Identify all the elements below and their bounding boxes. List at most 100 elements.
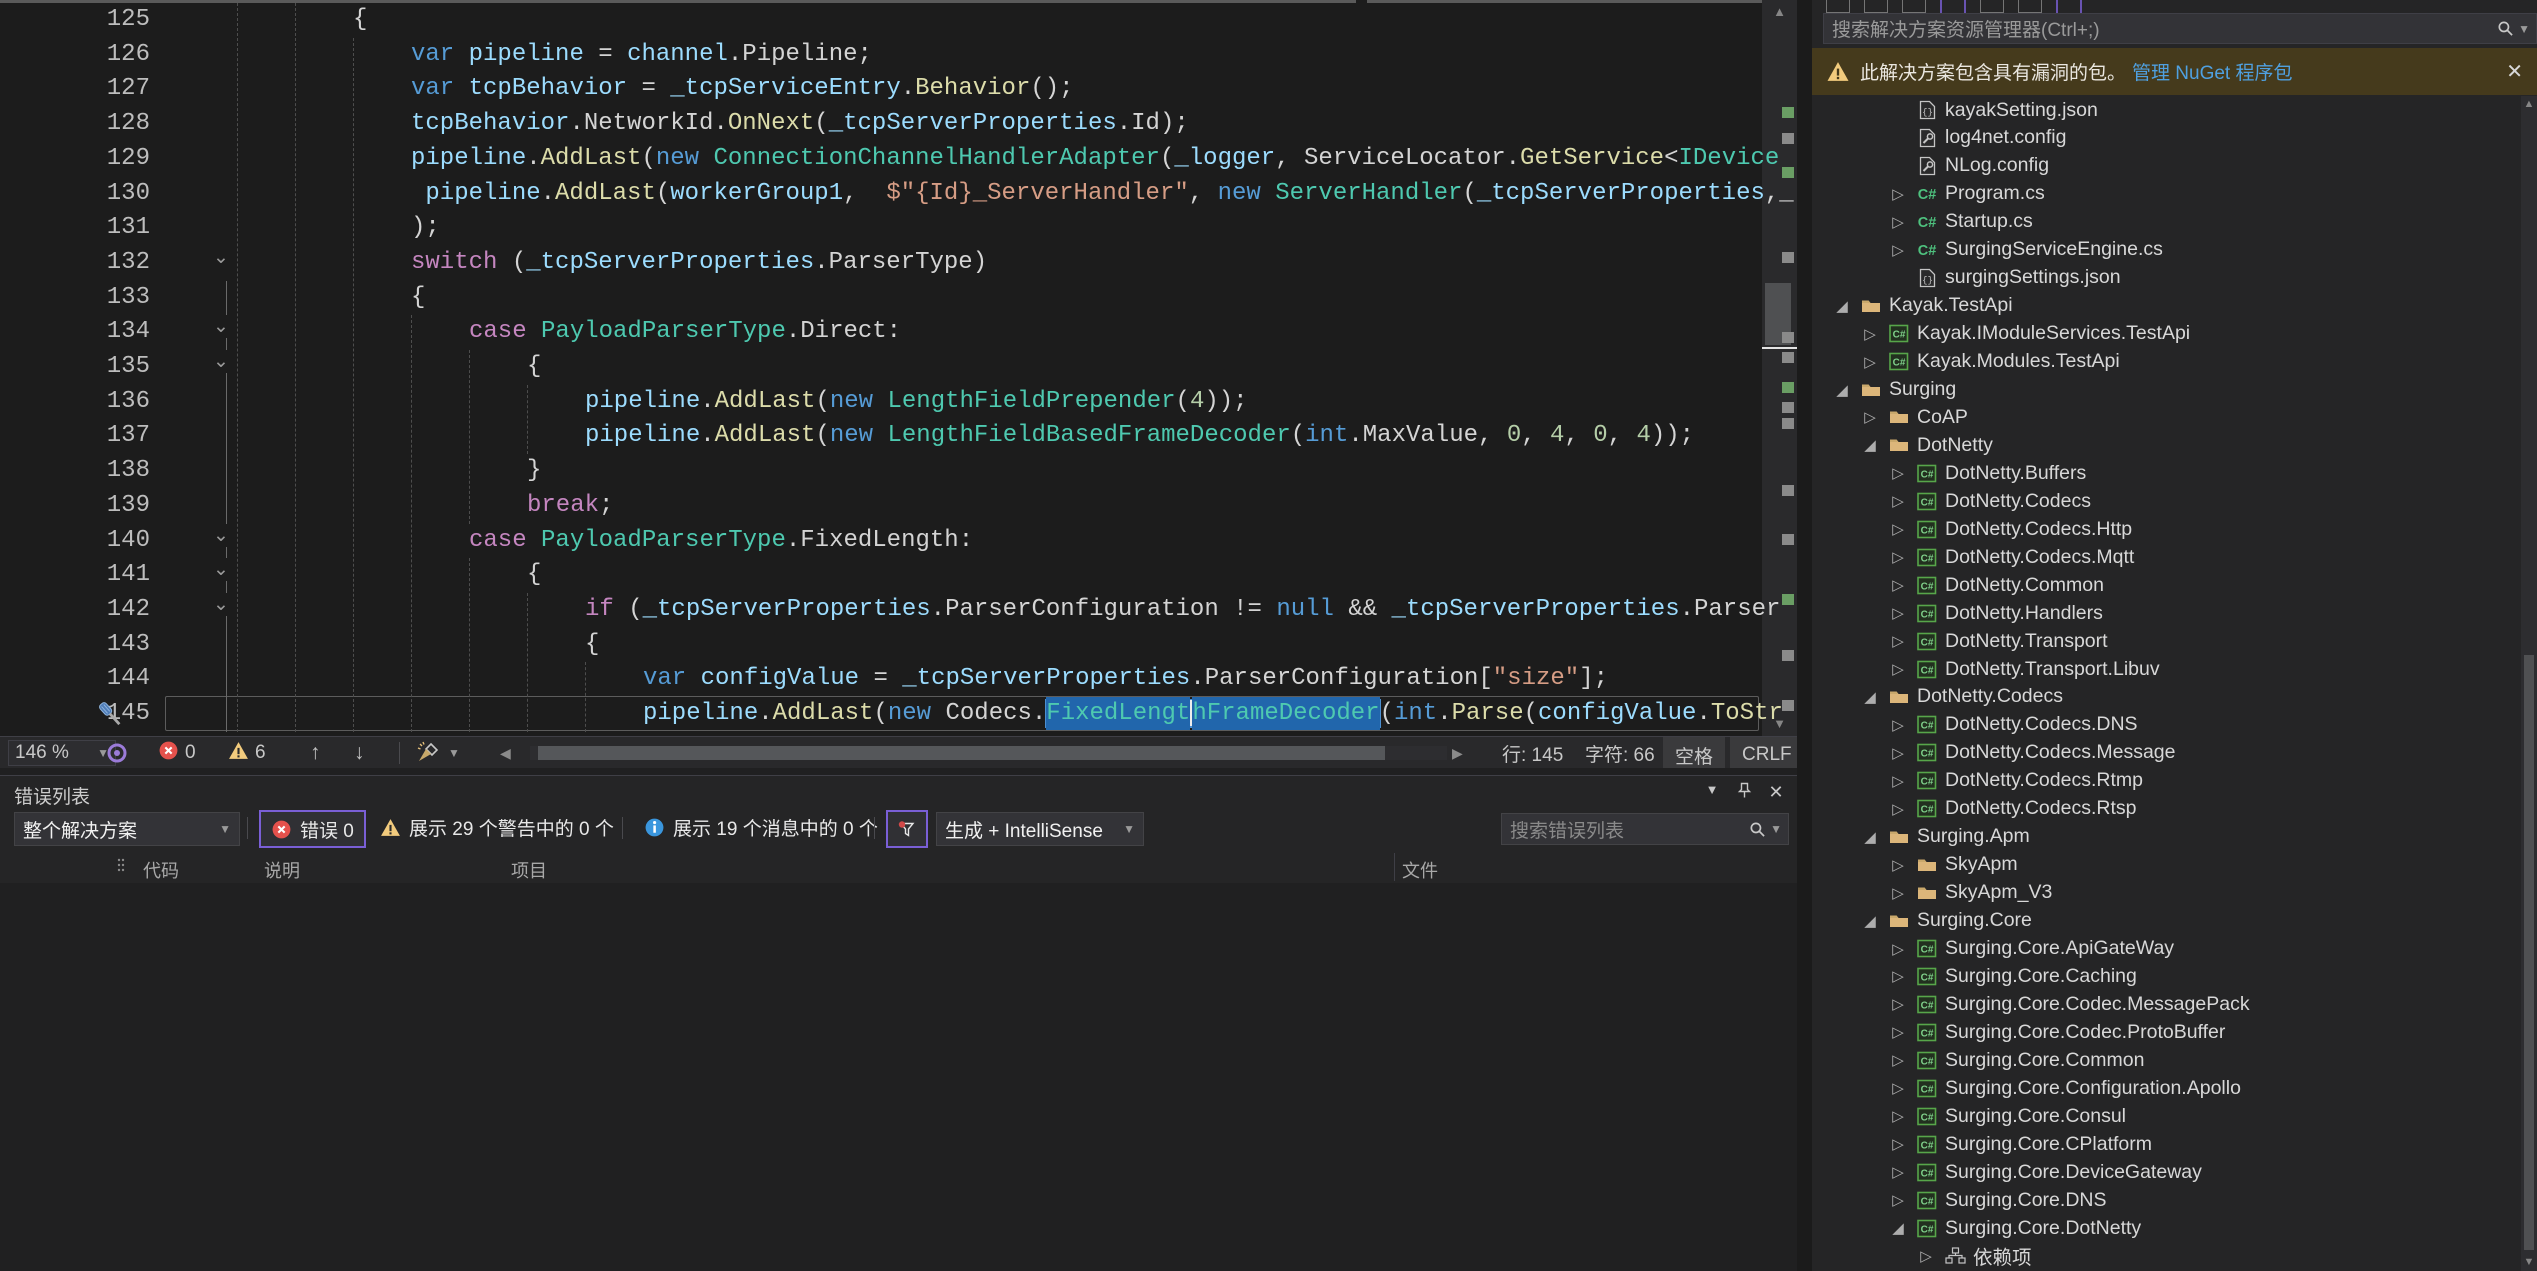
expand-icon[interactable]: ▷: [1884, 772, 1912, 790]
collapse-icon[interactable]: ◢: [1828, 297, 1856, 315]
pin-icon[interactable]: [1732, 782, 1756, 804]
search-icon[interactable]: [2497, 20, 2514, 37]
scroll-up-icon[interactable]: ▲: [2521, 98, 2537, 110]
expand-icon[interactable]: ▷: [1884, 660, 1912, 678]
collapse-icon[interactable]: ◢: [1856, 436, 1884, 454]
expand-icon[interactable]: ▷: [1884, 1135, 1912, 1153]
tree-row[interactable]: ▷C#Surging.Core.ApiGateWay: [1812, 935, 2520, 963]
outlining-collapse-icon[interactable]: ⌄: [205, 350, 237, 373]
outlining-collapse-icon[interactable]: ⌄: [205, 558, 237, 581]
column-header-file[interactable]: 文件: [1402, 857, 1438, 883]
editor-horizontal-scrollbar[interactable]: [530, 746, 1447, 760]
collapse-icon[interactable]: ◢: [1856, 828, 1884, 846]
tree-row[interactable]: NLog.config: [1812, 152, 2520, 180]
tree-row[interactable]: ◢DotNetty: [1812, 431, 2520, 459]
scrollbar-thumb[interactable]: [538, 746, 1385, 760]
tree-row[interactable]: ◢Surging.Apm: [1812, 823, 2520, 851]
error-list-body[interactable]: [0, 883, 1797, 1271]
expand-icon[interactable]: ▷: [1884, 716, 1912, 734]
hscroll-left-icon[interactable]: ◀: [500, 737, 511, 769]
expand-icon[interactable]: ▷: [1856, 325, 1884, 343]
expand-icon[interactable]: ▷: [1912, 1247, 1940, 1265]
filter-funnel-icon[interactable]: [886, 810, 928, 848]
outlining-collapse-icon[interactable]: ⌄: [205, 524, 237, 547]
expand-icon[interactable]: ▷: [1884, 185, 1912, 203]
scrollbar-thumb[interactable]: [2524, 655, 2534, 1250]
close-icon[interactable]: ✕: [1764, 782, 1788, 804]
code-cleanup-broom-icon[interactable]: ▼: [416, 737, 460, 769]
source-dropdown[interactable]: 生成 + IntelliSense▼: [936, 812, 1144, 846]
expand-icon[interactable]: ▷: [1884, 632, 1912, 650]
expand-icon[interactable]: ▷: [1884, 1191, 1912, 1209]
expand-icon[interactable]: ▷: [1884, 520, 1912, 538]
tree-row[interactable]: ▷C#Kayak.IModuleServices.TestApi: [1812, 320, 2520, 348]
expand-icon[interactable]: ▷: [1884, 604, 1912, 622]
expand-icon[interactable]: ▷: [1884, 940, 1912, 958]
tree-row[interactable]: ▷C#Surging.Core.Caching: [1812, 962, 2520, 990]
tree-row[interactable]: ▷C#Surging.Core.DeviceGateway: [1812, 1158, 2520, 1186]
pencil-icon[interactable]: [2018, 0, 2042, 13]
search-icon[interactable]: [1749, 821, 1766, 838]
zoom-level-dropdown[interactable]: 146 % ▼: [8, 740, 116, 766]
expand-icon[interactable]: ▷: [1884, 800, 1912, 818]
expand-icon[interactable]: ▷: [1884, 1079, 1912, 1097]
tree-row[interactable]: ▷C#Surging.Core.DNS: [1812, 1186, 2520, 1214]
previous-issue-button[interactable]: ↑: [310, 737, 321, 769]
collapse-icon[interactable]: ◢: [1856, 912, 1884, 930]
code-line[interactable]: tcpBehavior.NetworkId.OnNext(_tcpServerP…: [411, 107, 1189, 142]
collapse-icon[interactable]: ◢: [1884, 1219, 1912, 1237]
manage-nuget-link[interactable]: 管理 NuGet 程序包: [2132, 58, 2292, 85]
tree-row[interactable]: ▷C#DotNetty.Common: [1812, 571, 2520, 599]
tree-row[interactable]: ▷C#Surging.Core.Codec.MessagePack: [1812, 990, 2520, 1018]
tree-row[interactable]: ▷C#Kayak.Modules.TestApi: [1812, 348, 2520, 376]
tree-row[interactable]: ▷SkyApm: [1812, 851, 2520, 879]
expand-icon[interactable]: ▷: [1884, 1107, 1912, 1125]
expand-icon[interactable]: ▷: [1884, 856, 1912, 874]
quick-actions-screwdriver-icon[interactable]: [94, 698, 130, 734]
refresh-icon[interactable]: [1864, 0, 1888, 13]
outlining-collapse-icon[interactable]: ⌄: [205, 246, 237, 269]
code-line[interactable]: {: [585, 628, 599, 663]
code-line[interactable]: switch (_tcpServerProperties.ParserType): [411, 246, 987, 281]
warning-count-indicator[interactable]: 6: [228, 737, 266, 769]
expand-icon[interactable]: ▷: [1884, 1163, 1912, 1181]
errors-filter-button[interactable]: 错误 0: [259, 810, 366, 848]
tree-vertical-scrollbar[interactable]: ▲ ▼: [2521, 96, 2537, 1271]
collapse-icon[interactable]: ◢: [1856, 688, 1884, 706]
code-line[interactable]: {: [527, 558, 541, 593]
outlining-collapse-icon[interactable]: ⌄: [205, 315, 237, 338]
tree-row[interactable]: ◢Surging: [1812, 376, 2520, 404]
scope-dropdown[interactable]: 整个解决方案▼: [14, 812, 240, 846]
tree-row[interactable]: ▷C#Surging.Core.Codec.ProtoBuffer: [1812, 1018, 2520, 1046]
collapse-icon[interactable]: ◢: [1828, 381, 1856, 399]
code-line[interactable]: {: [527, 350, 541, 385]
tree-row[interactable]: {}kayakSetting.json: [1812, 96, 2520, 124]
code-line[interactable]: pipeline.AddLast(new ConnectionChannelHa…: [411, 142, 1779, 177]
code-line[interactable]: break;: [527, 489, 613, 524]
tree-row[interactable]: ▷C#Program.cs: [1812, 180, 2520, 208]
collapse-all-icon[interactable]: [1902, 0, 1926, 13]
tree-row[interactable]: ▷C#DotNetty.Codecs: [1812, 487, 2520, 515]
tree-row[interactable]: ▷C#Surging.Core.Configuration.Apollo: [1812, 1074, 2520, 1102]
properties-icon[interactable]: [1940, 0, 1966, 13]
code-line[interactable]: pipeline.AddLast(workerGroup1, $"{Id}_Se…: [411, 177, 1794, 212]
code-health-icon[interactable]: [106, 737, 128, 769]
error-count-indicator[interactable]: 0: [158, 737, 196, 769]
close-icon[interactable]: ✕: [2506, 59, 2523, 84]
tree-row[interactable]: ▷C#Surging.Core.Common: [1812, 1046, 2520, 1074]
code-editor[interactable]: 125{126var pipeline = channel.Pipeline;1…: [0, 0, 1797, 736]
error-list-title-bar[interactable]: 错误列表 ▼ ✕: [0, 776, 1797, 809]
expand-icon[interactable]: ▷: [1884, 744, 1912, 762]
solution-explorer-search-box[interactable]: 搜索解决方案资源管理器(Ctrl+;) ▼: [1823, 13, 2537, 44]
expand-icon[interactable]: ▷: [1884, 576, 1912, 594]
expand-icon[interactable]: ▷: [1884, 995, 1912, 1013]
tree-row[interactable]: ▷C#DotNetty.Codecs.Rtsp: [1812, 795, 2520, 823]
error-list-search-box[interactable]: 搜索错误列表 ▼: [1501, 813, 1789, 845]
expand-icon[interactable]: ▷: [1856, 353, 1884, 371]
tree-row[interactable]: ◢Surging.Core: [1812, 907, 2520, 935]
messages-filter-button[interactable]: 展示 19 个消息中的 0 个: [634, 810, 888, 844]
tree-row[interactable]: ▷SkyApm_V3: [1812, 879, 2520, 907]
column-header-description[interactable]: 说明: [264, 857, 300, 883]
code-line[interactable]: if (_tcpServerProperties.ParserConfigura…: [585, 593, 1780, 628]
tree-row[interactable]: ◢C#Surging.Core.DotNetty: [1812, 1214, 2520, 1242]
